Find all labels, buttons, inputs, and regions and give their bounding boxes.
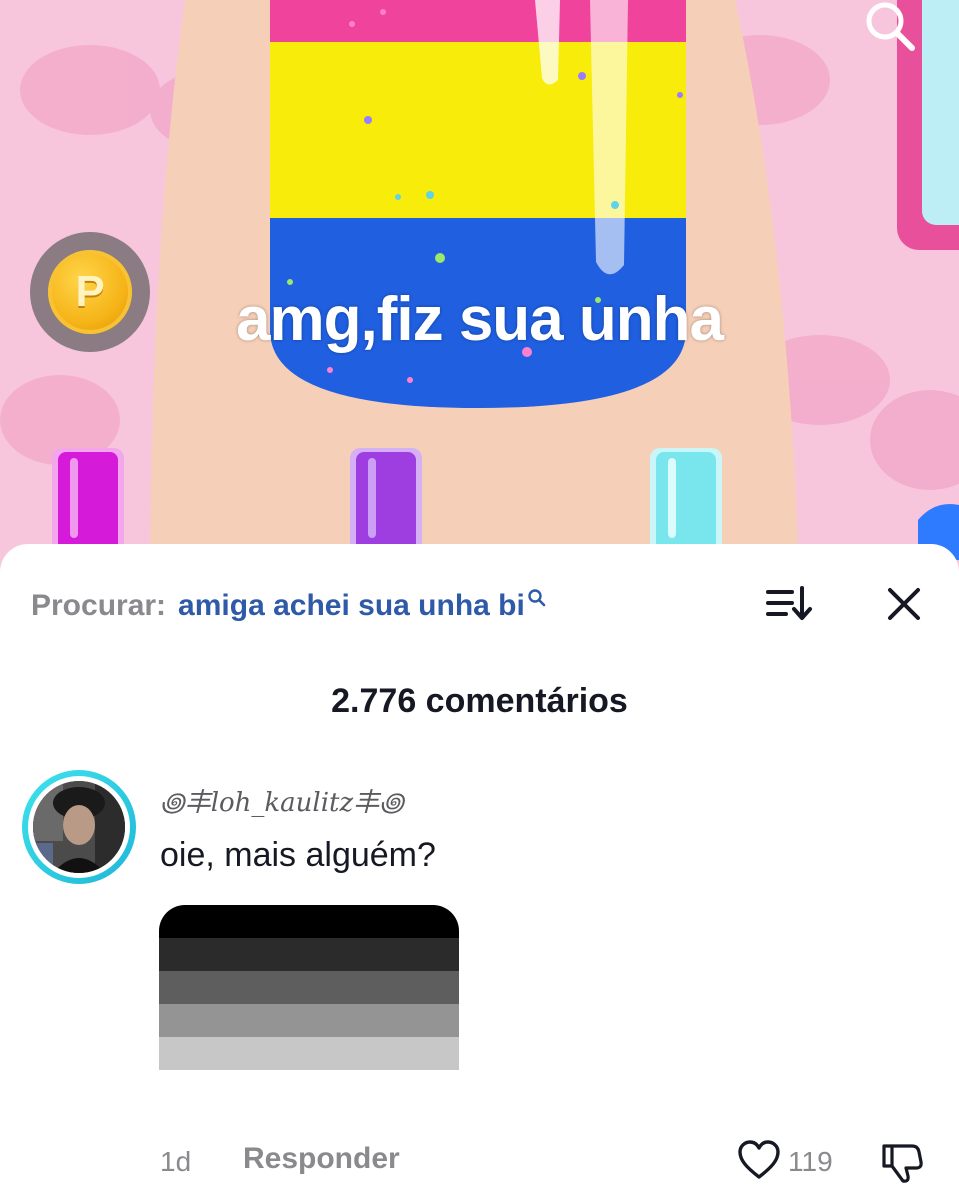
sticker-stripe: [159, 971, 459, 1004]
video-caption: amg,fiz sua unha: [236, 285, 724, 354]
sticker-stripe: [159, 1004, 459, 1037]
search-mini-icon: [528, 589, 546, 607]
close-comments-button[interactable]: [884, 584, 924, 624]
heart-icon: [738, 1140, 780, 1179]
comment-text: oie, mais alguém?: [160, 836, 436, 874]
video-player[interactable]: P amg,fiz sua unha: [0, 0, 959, 600]
search-query-link[interactable]: amiga achei sua unha bi: [178, 589, 525, 623]
sticker-stripe: [159, 1037, 459, 1070]
search-label: Procurar:: [31, 589, 167, 622]
comment-search-suggestion[interactable]: Procurar: amiga achei sua unha bi: [31, 586, 547, 626]
commenter-avatar[interactable]: [22, 770, 136, 884]
comment-time: 1d: [160, 1146, 192, 1177]
video-search-button[interactable]: [858, 0, 922, 56]
comment-username[interactable]: ꩜丰loh_kaulitz丰꩜: [160, 782, 404, 821]
sort-comments-button[interactable]: [764, 584, 816, 624]
sticker-stripe: [159, 938, 459, 971]
like-button[interactable]: [736, 1138, 782, 1184]
dislike-button[interactable]: [878, 1138, 926, 1186]
comment-sticker-image[interactable]: [159, 905, 459, 1102]
sticker-stripe: [159, 1070, 459, 1102]
comments-sheet: [0, 544, 959, 1200]
like-count: 119: [788, 1146, 833, 1177]
sort-icon: [766, 586, 812, 620]
avatar-photo: [33, 781, 125, 873]
sticker-stripe: [159, 905, 459, 938]
comments-count: 2.776 comentários: [331, 682, 628, 720]
search-icon: [866, 2, 915, 51]
dislike-icon: [882, 1144, 923, 1183]
reply-button[interactable]: Responder: [243, 1142, 400, 1176]
close-icon: [888, 588, 920, 620]
